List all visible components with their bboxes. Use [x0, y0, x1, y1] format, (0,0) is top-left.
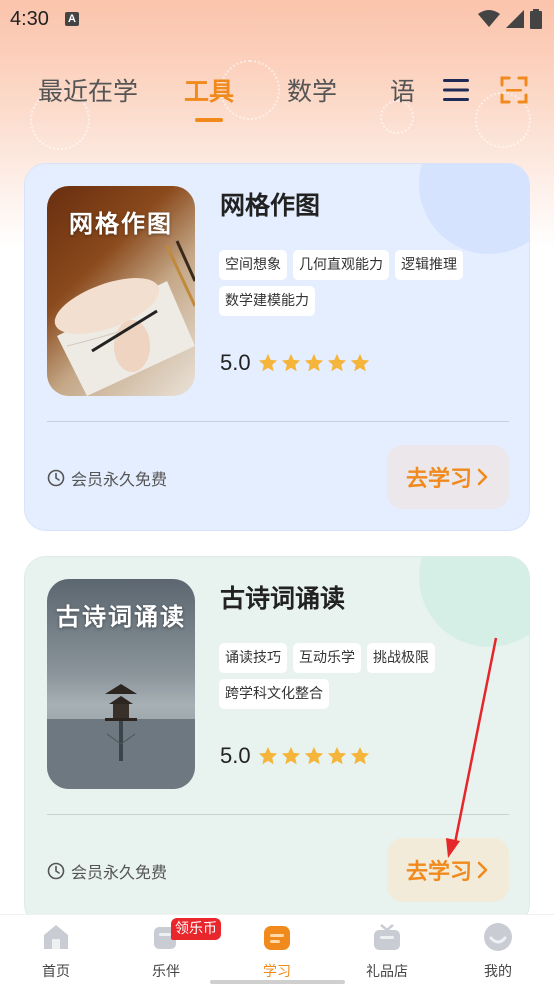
star-icon — [304, 353, 323, 372]
coin-reward-badge[interactable]: 领乐币 — [171, 918, 221, 940]
nav-gift-shop[interactable]: 礼品店 — [347, 921, 427, 981]
scan-button[interactable] — [500, 76, 528, 104]
skill-tag: 诵读技巧 — [219, 643, 287, 673]
notification-icon: A — [64, 12, 79, 26]
status-indicators — [478, 9, 542, 29]
profile-icon — [484, 923, 512, 951]
button-label: 去学习 — [405, 860, 472, 885]
course-card-poetry-reading[interactable]: 古诗词诵读 古诗词诵读 诵读技巧 互动乐学 挑战极限 跨学科文化整合 5.0 会… — [24, 556, 530, 926]
tab-tools[interactable]: 工具 — [184, 72, 234, 108]
clock-icon — [47, 862, 65, 880]
rating: 5.0 — [220, 350, 371, 376]
skill-tag: 互动乐学 — [293, 643, 361, 673]
chevron-right-icon — [477, 468, 488, 486]
nav-label: 乐伴 — [152, 964, 180, 980]
star-rating — [257, 745, 371, 767]
membership-text: 会员永久免费 — [71, 863, 168, 882]
nav-study[interactable]: 学习 — [237, 921, 317, 981]
star-icon — [281, 353, 300, 372]
star-icon — [281, 746, 300, 765]
signal-icon — [506, 10, 524, 28]
course-thumbnail[interactable]: 古诗词诵读 — [47, 579, 195, 789]
star-icon — [327, 353, 346, 372]
star-icon — [327, 746, 346, 765]
nav-label: 我的 — [484, 964, 512, 980]
card-decor — [419, 557, 529, 647]
star-icon — [350, 746, 369, 765]
clock-icon — [47, 469, 65, 487]
star-rating — [257, 352, 371, 374]
divider — [47, 814, 509, 815]
thumbnail-title: 古诗词诵读 — [56, 603, 186, 631]
menu-button[interactable] — [442, 76, 470, 104]
study-icon — [264, 926, 290, 950]
course-title[interactable]: 古诗词诵读 — [220, 579, 345, 615]
nav-home[interactable]: 首页 — [16, 921, 96, 981]
battery-icon — [530, 9, 542, 29]
star-icon — [350, 353, 369, 372]
star-icon — [258, 746, 277, 765]
skill-tag: 数学建模能力 — [219, 286, 315, 316]
skill-tag: 几何直观能力 — [293, 250, 389, 280]
active-tab-indicator — [195, 118, 223, 122]
nav-profile[interactable]: 我的 — [458, 921, 538, 981]
skill-tag: 跨学科文化整合 — [219, 679, 329, 709]
rating-value: 5.0 — [220, 743, 251, 768]
skill-tag: 挑战极限 — [367, 643, 435, 673]
membership-note: 会员永久免费 — [47, 859, 167, 883]
skill-tag: 逻辑推理 — [395, 250, 463, 280]
star-icon — [304, 746, 323, 765]
tab-chinese[interactable]: 语 — [390, 72, 415, 108]
course-title[interactable]: 网格作图 — [220, 186, 320, 222]
start-learning-button[interactable]: 去学习 — [387, 445, 509, 509]
thumbnail-title: 网格作图 — [69, 210, 173, 238]
bottom-navigation: 首页 乐伴 学习 礼品店 我的 — [0, 914, 554, 984]
rating-value: 5.0 — [220, 350, 251, 375]
nav-label: 礼品店 — [366, 964, 408, 980]
chevron-right-icon — [477, 861, 488, 879]
home-indicator — [210, 980, 345, 984]
membership-note: 会员永久免费 — [47, 466, 167, 490]
button-label: 去学习 — [405, 467, 472, 492]
star-icon — [258, 353, 277, 372]
card-decor — [419, 164, 529, 254]
rating: 5.0 — [220, 743, 371, 769]
scan-icon — [500, 76, 528, 104]
category-tabs: 最近在学 工具 数学 语 — [0, 64, 554, 124]
course-thumbnail[interactable]: 网格作图 — [47, 186, 195, 396]
membership-text: 会员永久免费 — [71, 470, 168, 489]
skill-tags: 空间想象 几何直观能力 逻辑推理 数学建模能力 — [219, 250, 509, 316]
nav-label: 学习 — [263, 964, 291, 980]
divider — [47, 421, 509, 422]
skill-tags: 诵读技巧 互动乐学 挑战极限 跨学科文化整合 — [219, 643, 509, 709]
tab-recent[interactable]: 最近在学 — [38, 72, 138, 108]
menu-icon — [443, 79, 469, 101]
start-learning-button[interactable]: 去学习 — [387, 838, 509, 902]
status-bar: 4:30 A — [0, 0, 554, 38]
course-card-grid-drawing[interactable]: 网格作图 网格作图 空间想象 几何直观能力 逻辑推理 数学建模能力 5.0 会员… — [24, 163, 530, 531]
skill-tag: 空间想象 — [219, 250, 287, 280]
tab-math[interactable]: 数学 — [287, 72, 337, 108]
status-time: 4:30 — [10, 7, 49, 30]
home-icon — [44, 925, 68, 949]
gift-shop-icon — [374, 924, 400, 950]
wifi-icon — [478, 10, 500, 27]
nav-label: 首页 — [42, 964, 70, 980]
